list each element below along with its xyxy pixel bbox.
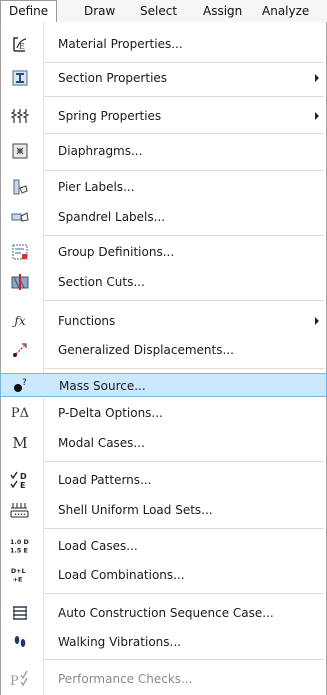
menu-analyze[interactable]: Analyze (262, 0, 309, 22)
menu-item-pier-labels[interactable]: Pier Labels... (0, 175, 327, 199)
modal-cases-icon: M (12, 434, 28, 452)
menu-item-modal-cases[interactable]: M Modal Cases... (0, 431, 327, 455)
menu-item-load-combinations[interactable]: D+L +E Load Combinations... (0, 563, 327, 587)
menu-item-generalized-displacements[interactable]: Generalized Displacements... (0, 338, 327, 362)
menu-separator (44, 368, 324, 369)
menu-item-spring-properties[interactable]: Spring Properties (0, 104, 327, 128)
menu-separator (44, 659, 324, 660)
menu-separator (44, 170, 324, 171)
mass-source-icon: ? (11, 376, 31, 396)
menu-separator (44, 461, 324, 462)
menu-item-performance-checks: P Performance Checks... (0, 667, 327, 691)
load-cases-icon: 1.0 D 1.5 E (10, 536, 30, 556)
submenu-arrow-icon (315, 74, 319, 82)
menu-item-section-properties[interactable]: Section Properties (0, 66, 327, 90)
menu-assign[interactable]: Assign (203, 0, 242, 22)
svg-text:D+L: D+L (11, 568, 26, 575)
p-delta-icon: PΔ (10, 405, 30, 421)
menu-item-shell-uniform-load-sets[interactable]: •••• Shell Uniform Load Sets... (0, 498, 327, 522)
menu-item-group-definitions[interactable]: Group Definitions... (0, 240, 327, 264)
menu-item-load-cases[interactable]: 1.0 D 1.5 E Load Cases... (0, 534, 327, 558)
menu-separator (44, 300, 324, 301)
svg-text:••••: •••• (14, 512, 26, 518)
menu-separator (44, 593, 324, 594)
walking-vibrations-icon (10, 632, 30, 652)
svg-text:1.5 E: 1.5 E (10, 547, 28, 554)
menu-item-functions[interactable]: ƒx Functions (0, 309, 327, 333)
spring-properties-icon (10, 106, 30, 126)
submenu-arrow-icon (315, 112, 319, 120)
menu-separator (44, 528, 324, 529)
menu-define[interactable]: Define (0, 0, 58, 23)
svg-text:E: E (19, 42, 25, 51)
section-cuts-icon (10, 272, 30, 292)
group-definitions-icon (10, 242, 30, 262)
menu-item-section-cuts[interactable]: Section Cuts... (0, 270, 327, 294)
shell-uniform-load-sets-icon: •••• (10, 500, 30, 520)
menu-separator (44, 235, 324, 236)
spandrel-labels-icon (10, 207, 30, 227)
svg-text:D: D (20, 472, 27, 481)
load-combinations-icon: D+L +E (10, 565, 30, 585)
menu-item-auto-construction-sequence-case[interactable]: Auto Construction Sequence Case... (0, 601, 327, 625)
menu-item-material-properties[interactable]: E Material Properties... (0, 32, 327, 56)
menu-separator (44, 133, 324, 134)
menu-separator (44, 96, 324, 97)
diaphragm-icon (10, 141, 30, 161)
auto-construction-sequence-icon (10, 603, 30, 623)
performance-checks-icon: P (10, 669, 30, 689)
menu-item-diaphragms[interactable]: Diaphragms... (0, 139, 327, 163)
svg-text:+E: +E (13, 576, 23, 583)
menu-item-mass-source[interactable]: ? Mass Source... (0, 373, 327, 397)
menu-bar: Define Draw Select Assign Analyze (0, 0, 327, 23)
menu-select[interactable]: Select (140, 0, 177, 22)
generalized-displacements-icon (10, 340, 30, 360)
functions-icon: ƒx (14, 314, 26, 328)
menu-item-walking-vibrations[interactable]: Walking Vibrations... (0, 630, 327, 654)
pier-labels-icon (10, 177, 30, 197)
menu-draw[interactable]: Draw (84, 0, 115, 22)
load-patterns-icon: DE (10, 470, 30, 490)
section-properties-icon (10, 68, 30, 88)
material-properties-icon: E (10, 34, 30, 54)
svg-text:?: ? (22, 378, 27, 388)
svg-text:E: E (20, 481, 25, 490)
svg-text:1.0 D: 1.0 D (10, 539, 29, 546)
menu-item-load-patterns[interactable]: DE Load Patterns... (0, 468, 327, 492)
menu-item-p-delta-options[interactable]: PΔ P-Delta Options... (0, 401, 327, 425)
menu-item-spandrel-labels[interactable]: Spandrel Labels... (0, 205, 327, 229)
submenu-arrow-icon (315, 317, 319, 325)
menu-separator (44, 62, 324, 63)
svg-text:P: P (10, 674, 19, 689)
